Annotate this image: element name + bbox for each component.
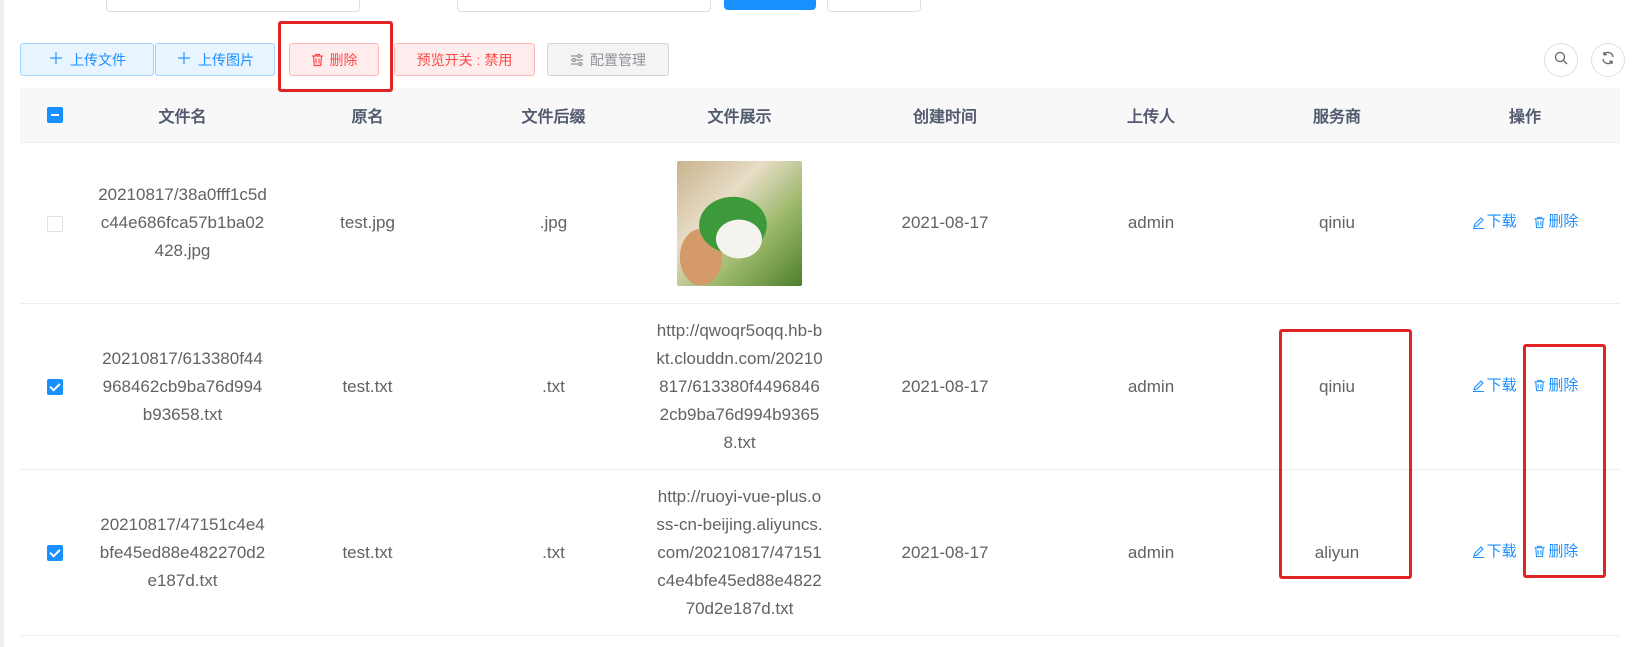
search-input-1[interactable]	[106, 0, 360, 12]
row-delete-label: 删除	[1548, 542, 1579, 560]
column-header: 上传人	[1058, 88, 1244, 143]
original-name-cell: test.txt	[275, 469, 460, 636]
provider-cell: qiniu	[1244, 142, 1430, 304]
table-row: 20210817/47151c4e4bfe45ed88e482270d2e187…	[20, 469, 1620, 636]
edit-icon	[1472, 216, 1484, 229]
uploader-cell: admin	[1058, 303, 1244, 470]
file-preview-image[interactable]	[677, 160, 802, 286]
original-name-cell: test.jpg	[275, 142, 460, 304]
download-link[interactable]: 下载	[1472, 372, 1517, 400]
uploader-cell: admin	[1058, 142, 1244, 304]
row-delete-link[interactable]: 删除	[1533, 208, 1578, 236]
created-time-cell: 2021-08-17	[832, 142, 1058, 304]
column-header: 文件名	[90, 88, 275, 143]
oss-file-table: 文件名 原名 文件后缀 文件展示 创建时间 上传人 服务商 操作 2021081…	[20, 88, 1620, 636]
uploader-cell: admin	[1058, 469, 1244, 636]
file-display-cell: http://qwoqr5oqq.hb-bkt.clouddn.com/2021…	[647, 303, 832, 470]
edit-icon	[1472, 380, 1484, 393]
column-header: 文件后缀	[460, 88, 647, 143]
reset-button[interactable]	[827, 0, 921, 12]
row-delete-label: 删除	[1548, 213, 1579, 231]
actions-cell: 下载 删除	[1430, 142, 1620, 304]
delete-button[interactable]: 删除	[289, 43, 379, 76]
file-display-cell: http://ruoyi-vue-plus.oss-cn-beijing.ali…	[647, 469, 832, 636]
suffix-cell: .txt	[460, 303, 647, 470]
actions-cell: 下载 删除	[1430, 469, 1620, 636]
config-manage-button[interactable]: 配置管理	[547, 43, 669, 76]
trash-icon	[1534, 216, 1545, 228]
created-time-cell: 2021-08-17	[832, 469, 1058, 636]
search-input-2[interactable]	[457, 0, 711, 12]
refresh-button[interactable]	[1591, 43, 1625, 77]
page-left-edge	[0, 0, 4, 647]
row-delete-link[interactable]: 删除	[1533, 538, 1578, 566]
table-header-row: 文件名 原名 文件后缀 文件展示 创建时间 上传人 服务商 操作	[20, 88, 1620, 143]
select-all-cell[interactable]	[20, 88, 90, 143]
download-link[interactable]: 下载	[1472, 208, 1517, 236]
suffix-cell: .jpg	[460, 142, 647, 304]
trash-icon	[311, 53, 324, 67]
upload-image-label: 上传图片	[198, 51, 254, 68]
column-header: 创建时间	[832, 88, 1058, 143]
search-button[interactable]	[724, 0, 816, 10]
download-label: 下载	[1486, 376, 1517, 394]
search-toggle-button[interactable]	[1544, 43, 1578, 77]
row-checkbox[interactable]	[47, 215, 63, 232]
column-header: 文件展示	[647, 88, 832, 143]
provider-cell: qiniu	[1244, 303, 1430, 470]
file-display-cell	[647, 142, 832, 304]
provider-cell: aliyun	[1244, 469, 1430, 636]
column-header: 操作	[1430, 88, 1620, 143]
table-row: 20210817/38a0fff1c5dc44e686fca57b1ba0242…	[20, 142, 1620, 304]
row-delete-label: 删除	[1548, 376, 1579, 394]
search-form	[0, 0, 1635, 12]
preview-toggle-label: 预览开关 : 禁用	[416, 51, 513, 68]
refresh-icon	[1601, 51, 1615, 70]
sliders-icon	[570, 53, 584, 66]
suffix-cell: .txt	[460, 469, 647, 636]
created-time-cell: 2021-08-17	[832, 303, 1058, 470]
file-name-cell: 20210817/47151c4e4bfe45ed88e482270d2e187…	[90, 469, 275, 636]
column-header: 服务商	[1244, 88, 1430, 143]
row-checkbox[interactable]	[47, 545, 63, 562]
upload-file-button[interactable]: ＋ 上传文件	[20, 43, 154, 76]
delete-label: 删除	[329, 51, 358, 68]
file-name-cell: 20210817/613380f44968462cb9ba76d994b9365…	[90, 303, 275, 470]
upload-image-button[interactable]: ＋ 上传图片	[155, 43, 275, 76]
upload-file-label: 上传文件	[70, 51, 126, 68]
download-label: 下载	[1486, 213, 1517, 231]
download-label: 下载	[1486, 542, 1517, 560]
preview-toggle-button[interactable]: 预览开关 : 禁用	[394, 43, 535, 76]
file-name-cell: 20210817/38a0fff1c5dc44e686fca57b1ba0242…	[90, 142, 275, 304]
select-all-checkbox[interactable]	[47, 106, 63, 123]
original-name-cell: test.txt	[275, 303, 460, 470]
plus-icon: ＋	[175, 50, 192, 68]
row-checkbox[interactable]	[47, 379, 63, 396]
table-row: 20210817/613380f44968462cb9ba76d994b9365…	[20, 303, 1620, 470]
column-header: 原名	[275, 88, 460, 143]
trash-icon	[1534, 380, 1545, 392]
download-link[interactable]: 下载	[1472, 538, 1517, 566]
trash-icon	[1534, 546, 1545, 558]
actions-cell: 下载 删除	[1430, 303, 1620, 470]
row-delete-link[interactable]: 删除	[1533, 372, 1578, 400]
plus-icon: ＋	[47, 50, 64, 68]
config-manage-label: 配置管理	[590, 51, 646, 68]
edit-icon	[1472, 546, 1484, 559]
search-icon	[1554, 51, 1568, 70]
